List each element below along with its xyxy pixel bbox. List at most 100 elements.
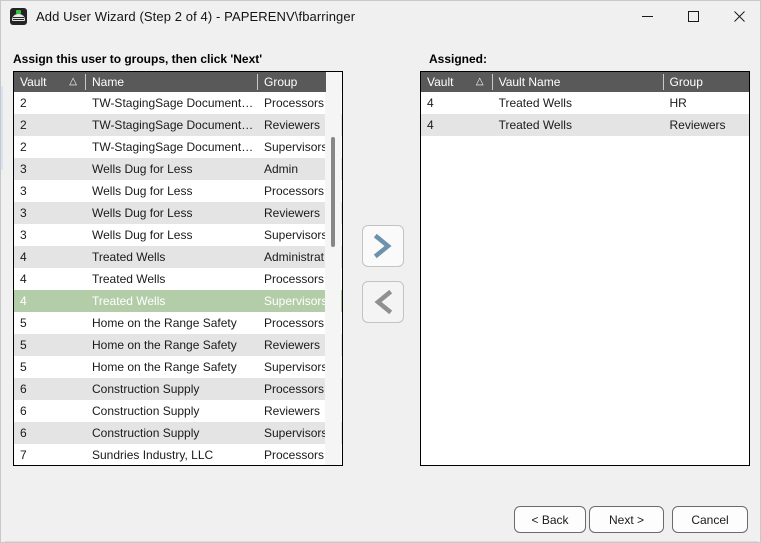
cell-vault: 7 bbox=[20, 448, 27, 462]
table-row[interactable]: 2 TW-StagingSage Documents Test Processors bbox=[14, 92, 342, 114]
cell-vault: 3 bbox=[20, 228, 27, 242]
cell-name: Sundries Industry, LLC bbox=[92, 448, 214, 462]
cell-vault: 2 bbox=[20, 140, 27, 154]
instruction-label: Assign this user to groups, then click '… bbox=[13, 52, 263, 66]
table-row[interactable]: 4 Treated Wells Supervisors bbox=[14, 290, 342, 312]
cell-name: Home on the Range Safety bbox=[92, 338, 237, 352]
table-row[interactable]: 7 Sundries Industry, LLC Processors bbox=[14, 444, 342, 465]
title-bar: Add User Wizard (Step 2 of 4) - PAPERENV… bbox=[1, 1, 760, 32]
table-row[interactable]: 4 Treated Wells Processors bbox=[14, 268, 342, 290]
column-header-vault-label: Vault bbox=[427, 75, 454, 89]
back-button[interactable]: < Back bbox=[514, 506, 586, 533]
cell-name: TW-StagingSage Documents Test bbox=[92, 140, 258, 154]
cell-name: Treated Wells bbox=[92, 250, 166, 264]
table-row[interactable]: 3 Wells Dug for Less Reviewers bbox=[14, 202, 342, 224]
assign-group-button[interactable] bbox=[362, 225, 404, 267]
cell-name: Wells Dug for Less bbox=[92, 162, 193, 176]
table-row[interactable]: 4 Treated Wells HR bbox=[421, 92, 749, 114]
minimize-icon bbox=[641, 16, 653, 17]
cell-name: Home on the Range Safety bbox=[92, 360, 237, 374]
close-button[interactable] bbox=[716, 1, 760, 32]
assigned-list-rows: 4 Treated Wells HR 4 Treated Wells Reviewers bbox=[421, 92, 749, 465]
available-list-scrollbar[interactable] bbox=[325, 92, 341, 465]
table-row[interactable]: 3 Wells Dug for Less Processors bbox=[14, 180, 342, 202]
cell-name: TW-StagingSage Documents Test bbox=[92, 118, 258, 132]
add-user-wizard-window: Add User Wizard (Step 2 of 4) - PAPERENV… bbox=[0, 0, 761, 543]
cell-name: Construction Supply bbox=[92, 404, 200, 418]
table-row[interactable]: 6 Construction Supply Processors bbox=[14, 378, 342, 400]
cell-name: Construction Supply bbox=[92, 382, 200, 396]
cell-name: Treated Wells bbox=[92, 272, 166, 286]
assigned-groups-list[interactable]: Vault △ Vault Name Group 4 Treated Wells H… bbox=[420, 71, 750, 466]
scrollbar-thumb[interactable] bbox=[331, 137, 335, 247]
available-groups-list[interactable]: Vault △ Name Group 2 TW-StagingSage Docum… bbox=[13, 71, 343, 466]
cell-vault: 3 bbox=[20, 162, 27, 176]
available-list-header: Vault △ Name Group bbox=[14, 72, 342, 92]
cell-vault: 4 bbox=[427, 118, 434, 132]
cell-name: Home on the Range Safety bbox=[92, 316, 237, 330]
cell-vault: 4 bbox=[20, 250, 27, 264]
minimize-button[interactable] bbox=[624, 1, 670, 32]
table-row[interactable]: 6 Construction Supply Supervisors bbox=[14, 422, 342, 444]
cell-vault: 3 bbox=[20, 184, 27, 198]
window-title: Add User Wizard (Step 2 of 4) - PAPERENV… bbox=[36, 9, 356, 24]
cell-name: Treated Wells bbox=[498, 118, 572, 132]
dialog-body: Assign this user to groups, then click '… bbox=[1, 32, 760, 542]
cell-name: Treated Wells bbox=[92, 294, 166, 308]
table-row[interactable]: 4 Treated Wells Reviewers bbox=[421, 114, 749, 136]
cell-vault: 4 bbox=[427, 96, 434, 110]
cell-group: HR bbox=[669, 96, 687, 110]
close-icon bbox=[733, 11, 745, 22]
cell-vault: 5 bbox=[20, 338, 27, 352]
header-scrollbar-pad bbox=[326, 72, 342, 92]
table-row[interactable]: 5 Home on the Range Safety Reviewers bbox=[14, 334, 342, 356]
table-row[interactable]: 6 Construction Supply Reviewers bbox=[14, 400, 342, 422]
column-header-group[interactable]: Group bbox=[664, 72, 749, 92]
column-header-vault[interactable]: Vault △ bbox=[14, 72, 86, 92]
cell-vault: 6 bbox=[20, 404, 27, 418]
app-icon bbox=[10, 8, 27, 25]
cell-vault: 4 bbox=[20, 294, 27, 308]
table-row[interactable]: 2 TW-StagingSage Documents Test Supervisor… bbox=[14, 136, 342, 158]
table-row[interactable]: 4 Treated Wells Administrat… bbox=[14, 246, 342, 268]
table-row[interactable]: 5 Home on the Range Safety Processors bbox=[14, 312, 342, 334]
assigned-list-header: Vault △ Vault Name Group bbox=[421, 72, 749, 92]
table-row[interactable]: 2 TW-StagingSage Documents Test Reviewers bbox=[14, 114, 342, 136]
table-row[interactable]: 3 Wells Dug for Less Admin bbox=[14, 158, 342, 180]
table-row[interactable]: 3 Wells Dug for Less Supervisors bbox=[14, 224, 342, 246]
column-header-name[interactable]: Name bbox=[86, 72, 258, 92]
chevron-right-icon bbox=[373, 234, 392, 258]
maximize-button[interactable] bbox=[670, 1, 716, 32]
cell-vault: 4 bbox=[20, 272, 27, 286]
cell-name: Wells Dug for Less bbox=[92, 228, 193, 242]
column-header-vault[interactable]: Vault △ bbox=[421, 72, 493, 92]
cell-vault: 5 bbox=[20, 360, 27, 374]
cell-vault: 6 bbox=[20, 382, 27, 396]
cell-vault: 2 bbox=[20, 118, 27, 132]
column-header-vault-name[interactable]: Vault Name bbox=[493, 72, 664, 92]
sort-ascending-icon: △ bbox=[475, 76, 484, 87]
cell-name: Wells Dug for Less bbox=[92, 206, 193, 220]
column-header-vault-label: Vault bbox=[20, 75, 47, 89]
unassign-group-button[interactable] bbox=[362, 281, 404, 323]
table-row[interactable]: 5 Home on the Range Safety Supervisors bbox=[14, 356, 342, 378]
cell-vault: 6 bbox=[20, 426, 27, 440]
left-edge-accent bbox=[1, 86, 3, 170]
cell-vault: 2 bbox=[20, 96, 27, 110]
chevron-left-icon bbox=[374, 290, 393, 314]
available-list-rows: 2 TW-StagingSage Documents Test Processors… bbox=[14, 92, 342, 465]
cell-name: TW-StagingSage Documents Test bbox=[92, 96, 258, 110]
bottom-divider bbox=[5, 541, 758, 542]
cell-name: Construction Supply bbox=[92, 426, 200, 440]
maximize-icon bbox=[687, 11, 699, 22]
window-controls bbox=[624, 1, 760, 32]
cell-name: Treated Wells bbox=[498, 96, 572, 110]
next-button[interactable]: Next > bbox=[589, 506, 664, 533]
cancel-button[interactable]: Cancel bbox=[672, 506, 748, 533]
cell-vault: 3 bbox=[20, 206, 27, 220]
sort-ascending-icon: △ bbox=[69, 76, 77, 87]
cell-group: Reviewers bbox=[669, 118, 726, 132]
assigned-label: Assigned: bbox=[429, 52, 488, 66]
cell-name: Wells Dug for Less bbox=[92, 184, 193, 198]
cell-vault: 5 bbox=[20, 316, 27, 330]
